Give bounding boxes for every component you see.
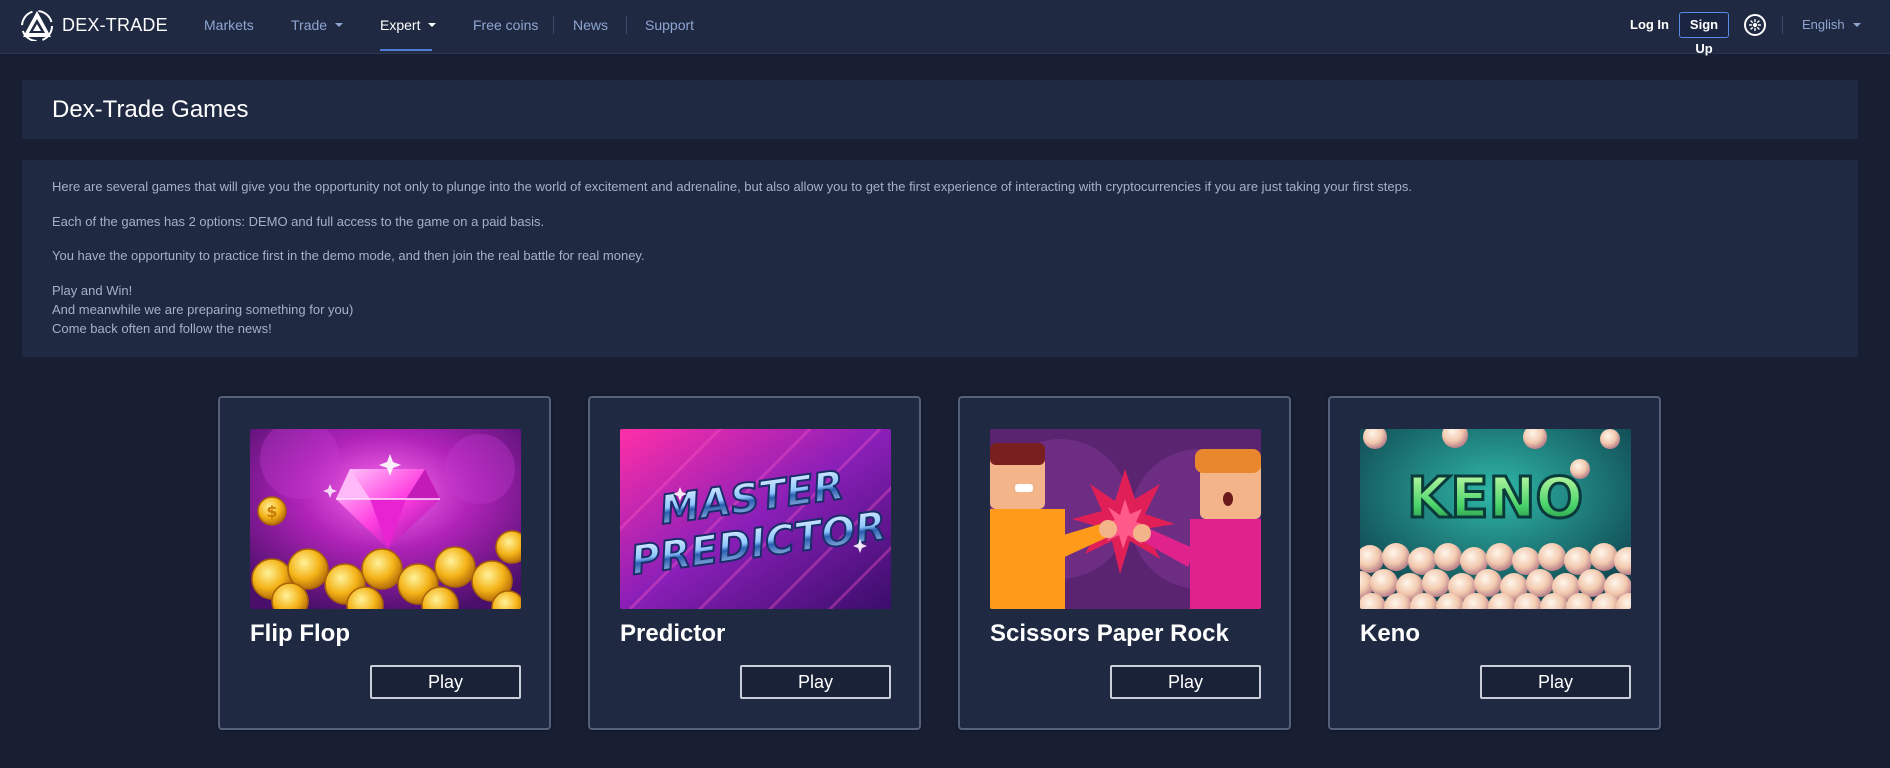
game-title: Predictor [620,620,726,647]
intro-paragraph: Come back often and follow the news! [52,321,272,336]
game-title: Keno [1360,620,1420,647]
play-scissors-paper-rock-button[interactable]: Play [1110,665,1261,699]
nav-trade[interactable]: Trade [291,17,344,33]
two-players-illustration [990,429,1261,609]
nav-divider [553,16,554,34]
master-predictor-illustration: MASTER PREDICTOR [620,429,891,609]
chevron-down-icon [428,23,437,28]
intro-paragraph: Play and Win! [52,283,133,298]
top-navbar: DEX-TRADE Markets Trade Expert Free coin… [0,0,1890,56]
brand-name: DEX-TRADE [62,14,168,35]
nav-support[interactable]: Support [645,17,694,33]
nav-divider [1782,16,1783,34]
keno-balls-illustration: KENO [1360,429,1631,609]
nav-trade-label: Trade [291,17,328,33]
nav-markets[interactable]: Markets [204,17,254,33]
game-card-predictor: MASTER PREDICTOR Predictor Play [588,396,921,730]
game-title: Scissors Paper Rock [990,620,1229,647]
coin-symbol: $ [266,502,277,521]
nav-expert-label: Expert [380,17,421,33]
language-selector[interactable]: English [1802,17,1861,32]
nav-divider [626,16,627,34]
page-title-panel: Dex-Trade Games [22,80,1858,139]
keno-image[interactable]: KENO [1360,429,1631,609]
nav-news[interactable]: News [573,17,608,33]
intro-paragraph: Here are several games that will give yo… [52,179,1412,194]
signup-button[interactable]: Sign Up [1679,12,1729,56]
active-tab-indicator [380,49,432,51]
keno-logo-text: KENO [1407,466,1583,531]
game-card-keno: KENO Keno Play [1328,396,1661,730]
play-predictor-button[interactable]: Play [740,665,891,699]
intro-paragraph: Each of the games has 2 options: DEMO an… [52,214,545,229]
intro-panel: Here are several games that will give yo… [22,160,1858,357]
chevron-down-icon [1852,22,1861,27]
page-title: Dex-Trade Games [52,96,249,123]
intro-paragraph: And meanwhile we are preparing something… [52,302,354,317]
play-keno-button[interactable]: Play [1480,665,1631,699]
theme-toggle-icon [1749,19,1761,31]
game-card-scissors-paper-rock: Scissors Paper Rock Play [958,396,1291,730]
gem-and-coins-illustration: $ [250,429,521,609]
nav-free-coins[interactable]: Free coins [473,17,538,33]
game-title: Flip Flop [250,620,350,647]
intro-paragraph: You have the opportunity to practice fir… [52,248,645,263]
nav-expert[interactable]: Expert [380,17,437,33]
game-card-flip-flop: $ Flip Flop Play [218,396,551,730]
flip-flop-image[interactable]: $ [250,429,521,609]
predictor-image[interactable]: MASTER PREDICTOR [620,429,891,609]
dex-trade-logo-icon [21,10,53,41]
scissors-paper-rock-image[interactable] [990,429,1261,609]
chevron-down-icon [335,23,344,28]
language-label: English [1802,17,1845,32]
play-flip-flop-button[interactable]: Play [370,665,521,699]
theme-toggle-button[interactable] [1744,14,1766,36]
brand-logo[interactable]: DEX-TRADE [21,9,168,41]
login-link[interactable]: Log In [1630,17,1669,32]
